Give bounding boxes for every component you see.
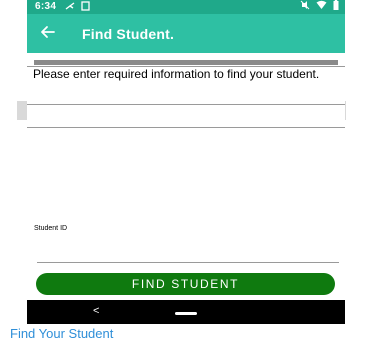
- app-bar: Find Student.: [27, 14, 345, 53]
- home-pill-button[interactable]: [175, 312, 197, 315]
- find-student-button[interactable]: FIND STUDENT: [36, 273, 335, 295]
- divider: [27, 104, 345, 105]
- mute-icon: [300, 0, 310, 13]
- page-title: Find Student.: [82, 26, 175, 42]
- battery-icon: [333, 0, 339, 13]
- student-id-input[interactable]: [37, 236, 339, 263]
- phone-screen: 6:34 Find Student. Please enter required…: [27, 0, 345, 324]
- navigation-icon: [65, 1, 75, 14]
- status-time: 6:34: [35, 1, 57, 12]
- status-icons: [300, 0, 339, 13]
- student-id-label: Student ID: [34, 225, 68, 232]
- divider: [27, 127, 345, 128]
- divider: [34, 60, 338, 65]
- back-arrow-icon[interactable]: [37, 21, 59, 43]
- system-nav-bar: <: [27, 300, 345, 324]
- wifi-icon: [316, 0, 327, 13]
- nav-back-button[interactable]: <: [93, 305, 99, 317]
- status-bar: 6:34: [27, 0, 345, 14]
- instruction-text: Please enter required information to fin…: [33, 67, 320, 81]
- sim-icon: [81, 1, 90, 14]
- info-input[interactable]: [27, 106, 345, 128]
